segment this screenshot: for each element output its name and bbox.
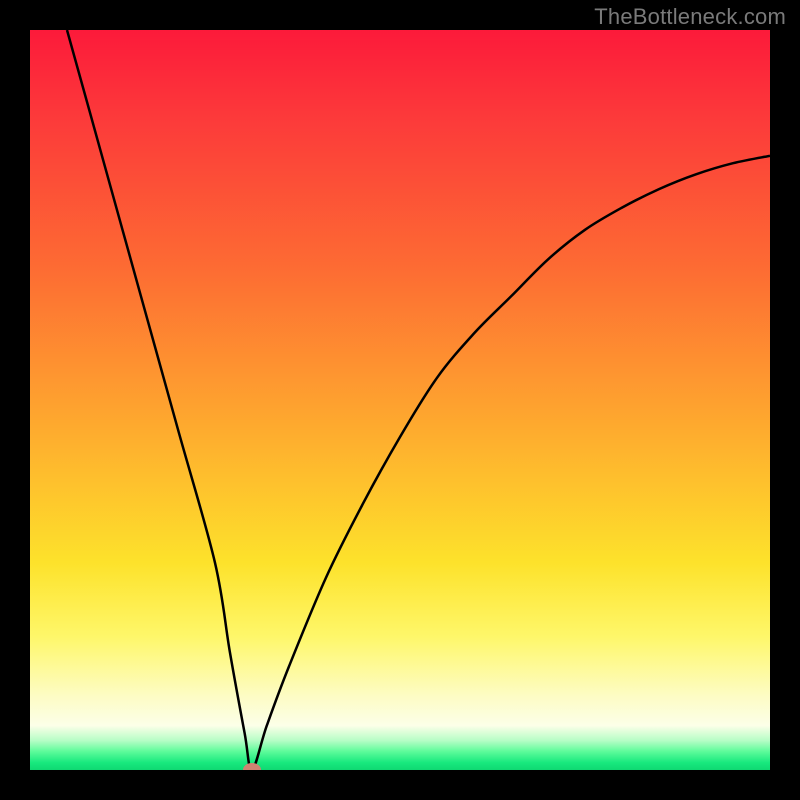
bottleneck-curve-path xyxy=(67,30,770,770)
watermark-text: TheBottleneck.com xyxy=(594,4,786,30)
optimum-marker xyxy=(243,763,261,770)
chart-frame: TheBottleneck.com xyxy=(0,0,800,800)
plot-area xyxy=(30,30,770,770)
bottleneck-curve xyxy=(30,30,770,770)
